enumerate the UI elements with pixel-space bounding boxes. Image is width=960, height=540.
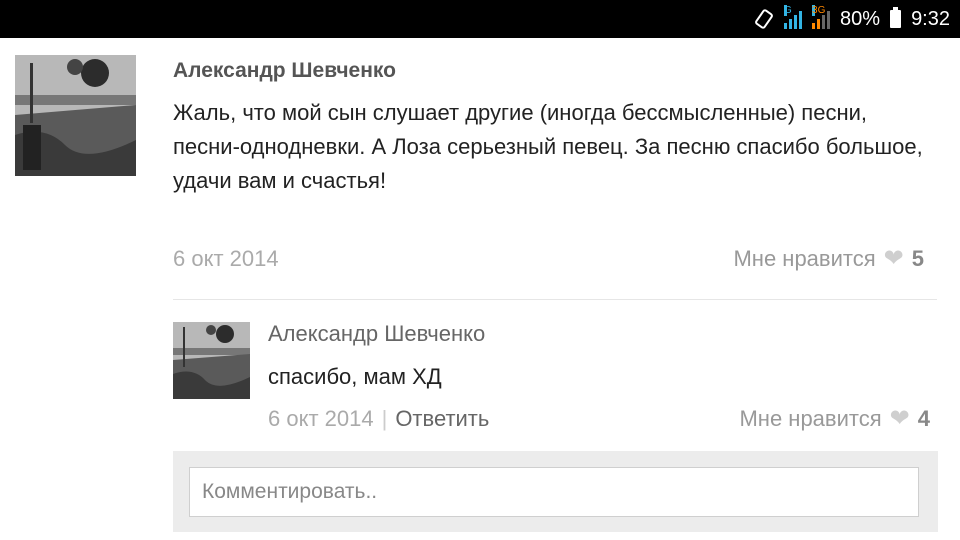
comment-author[interactable]: Александр Шевченко	[173, 59, 396, 83]
network-type-label: G	[784, 5, 792, 16]
reply-date: 6 окт 2014	[268, 406, 374, 431]
clock: 9:32	[911, 7, 950, 30]
network-type-label: 3G	[812, 5, 826, 16]
avatar[interactable]	[15, 55, 136, 176]
heart-icon: ❤	[889, 405, 910, 432]
status-bar: G 3G 80% 9:32	[0, 0, 960, 38]
meta-separator: |	[381, 406, 388, 431]
like-button[interactable]: Мне нравится ❤ 5	[733, 246, 924, 272]
like-count: 4	[917, 406, 930, 431]
comment-text: Жаль, что мой сын слушает другие (иногда…	[173, 100, 923, 193]
rotate-icon	[754, 8, 774, 30]
like-label: Мне нравится	[733, 246, 876, 271]
signal-icon: G	[784, 5, 803, 29]
avatar[interactable]	[173, 322, 250, 399]
signal-icon: 3G	[812, 5, 831, 29]
reply-meta: 6 окт 2014 | Ответить	[268, 406, 489, 432]
reply-link[interactable]: Ответить	[395, 406, 489, 432]
reply-author[interactable]: Александр Шевченко	[268, 321, 485, 347]
comment-date: 6 окт 2014	[173, 246, 279, 271]
battery-icon	[890, 7, 902, 28]
like-button[interactable]: Мне нравится ❤ 4	[739, 406, 930, 432]
like-count: 5	[911, 246, 924, 271]
battery-percent: 80%	[840, 7, 881, 30]
comment-compose-area	[173, 451, 938, 532]
reply-text: спасибо, мам ХД	[268, 364, 442, 389]
comment-input[interactable]	[189, 467, 919, 517]
status-icons: G 3G 80% 9:32	[754, 0, 950, 38]
divider	[173, 299, 937, 300]
heart-icon: ❤	[883, 245, 904, 272]
like-label: Мне нравится	[739, 406, 882, 431]
